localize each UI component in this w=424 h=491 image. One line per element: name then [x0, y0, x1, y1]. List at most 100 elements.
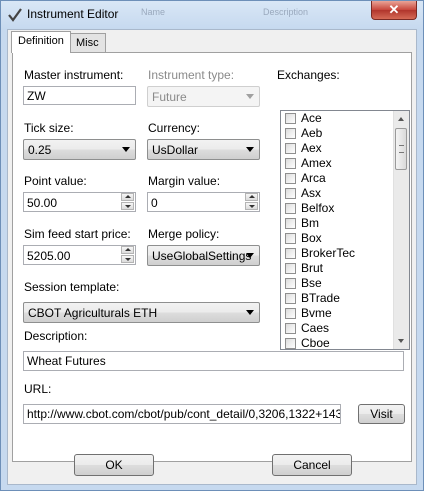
checkbox[interactable] — [285, 173, 296, 184]
checkmark-icon — [8, 8, 22, 22]
chevron-down-icon — [246, 94, 254, 99]
exchange-item[interactable]: Caes — [281, 321, 393, 336]
currency-select[interactable]: UsDollar — [147, 139, 260, 160]
scroll-up-icon[interactable] — [394, 111, 409, 127]
spin-down-icon[interactable] — [245, 202, 258, 210]
exchange-name: Amex — [301, 156, 332, 170]
exchange-name: Ace — [301, 111, 322, 125]
exchange-item[interactable]: Asx — [281, 186, 393, 201]
exchange-item[interactable]: Aex — [281, 141, 393, 156]
currency-label: Currency: — [148, 121, 201, 135]
point-value-stepper[interactable]: 50.00 — [23, 192, 136, 212]
exchange-item[interactable]: Arca — [281, 171, 393, 186]
exchange-item[interactable]: Brut — [281, 261, 393, 276]
tick-size-select[interactable]: 0.25 — [23, 139, 136, 160]
master-instrument-input[interactable]: ZW — [23, 86, 136, 105]
exchange-name: BTrade — [301, 291, 340, 305]
instrument-type-label: Instrument type: — [148, 68, 235, 82]
sim-feed-start-price-value: 5205.00 — [27, 249, 71, 263]
description-label: Description: — [24, 329, 88, 343]
description-input[interactable]: Wheat Futures — [23, 351, 404, 371]
checkbox[interactable] — [285, 218, 296, 229]
exchange-item[interactable]: BrokerTec — [281, 246, 393, 261]
ghost-text: Description — [263, 7, 309, 17]
visit-button[interactable]: Visit — [358, 404, 405, 424]
checkbox[interactable] — [285, 143, 296, 154]
exchange-name: Aeb — [301, 126, 323, 140]
exchange-name: Belfox — [301, 201, 335, 215]
currency-value: UsDollar — [152, 143, 199, 157]
tab-definition[interactable]: Definition — [11, 31, 71, 53]
scroll-down-icon[interactable] — [394, 333, 409, 349]
exchange-name: Caes — [301, 321, 330, 335]
checkbox[interactable] — [285, 128, 296, 139]
session-template-value: CBOT Agriculturals ETH — [28, 306, 158, 320]
exchange-name: Aex — [301, 141, 322, 155]
ghost-text: Name — [141, 7, 166, 17]
url-label: URL: — [24, 382, 52, 396]
sim-feed-start-price-stepper[interactable]: 5205.00 — [23, 245, 136, 265]
close-icon: ✕ — [388, 2, 400, 17]
sim-feed-start-price-label: Sim feed start price: — [24, 227, 131, 241]
exchanges-scrollbar[interactable] — [393, 111, 409, 349]
tab-misc[interactable]: Misc — [69, 33, 106, 52]
definition-panel: Master instrument: ZW Instrument type: F… — [12, 52, 412, 462]
exchange-item[interactable]: Amex — [281, 156, 393, 171]
point-value-value: 50.00 — [27, 196, 58, 210]
exchange-item[interactable]: Bvme — [281, 306, 393, 321]
exchanges-list[interactable]: Ace Aeb Aex Amex Arca Asx Belfox Bm Box … — [280, 110, 410, 350]
exchange-name: Brut — [301, 261, 324, 275]
checkbox[interactable] — [285, 203, 296, 214]
exchanges-label: Exchanges: — [277, 68, 340, 82]
title-bar[interactable]: Instrument Editor Name Description ✕ — [1, 1, 423, 29]
exchange-item[interactable]: Cboe — [281, 336, 393, 350]
chevron-down-icon — [246, 147, 254, 152]
exchange-item[interactable]: BTrade — [281, 291, 393, 306]
spin-down-icon[interactable] — [121, 202, 134, 210]
checkbox[interactable] — [285, 278, 296, 289]
exchange-item[interactable]: Aeb — [281, 126, 393, 141]
merge-policy-label: Merge policy: — [148, 227, 220, 241]
checkbox[interactable] — [285, 323, 296, 334]
checkbox[interactable] — [285, 188, 296, 199]
exchange-item[interactable]: Ace — [281, 111, 393, 126]
checkbox[interactable] — [285, 233, 296, 244]
checkbox[interactable] — [285, 308, 296, 319]
ok-button[interactable]: OK — [74, 454, 154, 476]
exchange-name: BrokerTec — [301, 246, 356, 260]
checkbox[interactable] — [285, 338, 296, 349]
checkbox[interactable] — [285, 293, 296, 304]
chevron-down-icon — [246, 253, 254, 258]
exchange-name: Asx — [301, 186, 322, 200]
session-template-label: Session template: — [24, 280, 120, 294]
exchange-name: Box — [301, 231, 322, 245]
dialog-body: Definition Misc Master instrument: ZW In… — [7, 29, 417, 485]
exchange-item[interactable]: Bse — [281, 276, 393, 291]
spin-up-icon[interactable] — [121, 246, 134, 254]
checkbox[interactable] — [285, 263, 296, 274]
merge-policy-select[interactable]: UseGlobalSettings — [147, 245, 260, 266]
point-value-label: Point value: — [24, 174, 87, 188]
checkbox[interactable] — [285, 248, 296, 259]
margin-value-value: 0 — [151, 196, 158, 210]
chevron-down-icon — [122, 147, 130, 152]
exchange-item[interactable]: Bm — [281, 216, 393, 231]
chevron-down-icon — [246, 310, 254, 315]
margin-value-stepper[interactable]: 0 — [147, 192, 260, 212]
spin-up-icon[interactable] — [121, 193, 134, 201]
close-button[interactable]: ✕ — [371, 1, 417, 20]
exchange-item[interactable]: Belfox — [281, 201, 393, 216]
url-input[interactable]: http://www.cbot.com/cbot/pub/cont_detail… — [23, 404, 341, 424]
checkbox[interactable] — [285, 113, 296, 124]
scroll-thumb[interactable] — [395, 128, 407, 170]
session-template-select[interactable]: CBOT Agriculturals ETH — [23, 302, 260, 323]
checkbox[interactable] — [285, 158, 296, 169]
exchange-name: Bvme — [301, 306, 332, 320]
merge-policy-value: UseGlobalSettings — [152, 249, 252, 263]
spin-down-icon[interactable] — [121, 255, 134, 263]
exchange-item[interactable]: Box — [281, 231, 393, 246]
spin-up-icon[interactable] — [245, 193, 258, 201]
exchange-name: Bm — [301, 216, 319, 230]
cancel-button[interactable]: Cancel — [272, 454, 352, 476]
exchange-name: Cboe — [301, 336, 330, 350]
